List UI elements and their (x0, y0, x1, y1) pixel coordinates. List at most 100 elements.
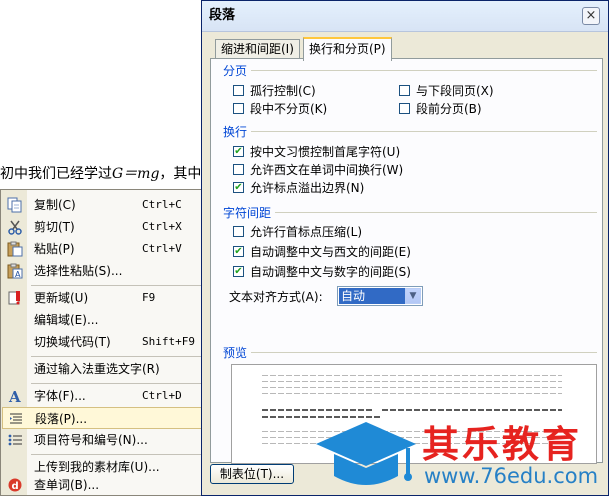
preview-line (262, 387, 562, 388)
tab-label: 缩进和间距(I) (221, 42, 294, 56)
menu-item-shortcut: F9 (142, 291, 156, 304)
menu-item-label: 更新域(U) (34, 291, 89, 305)
checkbox-label: 按中文习惯控制首尾字符(U) (250, 145, 401, 159)
menu-item-label: 粘贴(P) (34, 242, 75, 256)
menu-item-label: 复制(C) (34, 198, 76, 212)
menu-item-shortcut: Ctrl+X (142, 220, 182, 233)
checkbox-box[interactable] (233, 164, 244, 175)
group-title-preview: 预览 (223, 346, 248, 360)
svg-text:A: A (15, 270, 21, 279)
checkbox-box[interactable]: ✔ (233, 146, 244, 157)
preview-line-current (262, 409, 372, 411)
menu-item-cut[interactable]: 剪切(T) Ctrl+X (2, 216, 204, 238)
group-divider (251, 70, 597, 71)
group-title-pagination: 分页 (223, 64, 248, 78)
menu-item-lookup-word[interactable]: d 查单词(B)... (2, 474, 204, 496)
menu-item-paste[interactable]: 粘贴(P) Ctrl+V (2, 238, 204, 260)
menu-item-label: 剪切(T) (34, 220, 75, 234)
menu-item-label: 选择性粘贴(S)... (34, 264, 123, 278)
document-text-after: ，其中 (159, 166, 202, 182)
checkbox-label: 与下段同页(X) (416, 84, 494, 98)
checkbox-box[interactable]: ✔ (233, 266, 244, 277)
checkbox-box[interactable] (399, 103, 410, 114)
menu-item-paragraph[interactable]: 段落(P)... (2, 407, 204, 429)
tab-label: 换行和分页(P) (309, 42, 386, 56)
menu-item-shortcut: Ctrl+V (142, 242, 182, 255)
menu-item-shortcut: Ctrl+C (142, 198, 182, 211)
checkbox-label: 段前分页(B) (416, 102, 482, 116)
paste-special-icon: A (7, 263, 23, 279)
checkbox-label: 允许标点溢出边界(N) (250, 181, 365, 195)
svg-text:A: A (8, 388, 21, 404)
copy-icon (7, 197, 23, 213)
watermark-brand: 其乐教育 (422, 423, 582, 466)
menu-item-paste-special[interactable]: A 选择性粘贴(S)... (2, 260, 204, 282)
check-icon: ✔ (234, 146, 243, 157)
update-field-icon (7, 290, 23, 306)
tab-indents-spacing[interactable]: 缩进和间距(I) (215, 39, 300, 59)
checkbox-label: 自动调整中文与数字的间距(S) (250, 265, 411, 279)
preview-line-current (382, 409, 562, 411)
checkbox-box[interactable]: ✔ (233, 246, 244, 257)
checkbox-box[interactable]: ✔ (233, 182, 244, 193)
menu-item-copy[interactable]: 复制(C) Ctrl+C (2, 194, 204, 216)
group-title-character-spacing: 字符间距 (223, 206, 272, 220)
tab-stops-button[interactable]: 制表位(T)... (210, 464, 294, 484)
svg-text:d: d (12, 481, 19, 492)
checkbox-box[interactable] (399, 85, 410, 96)
document-text-before: 初中我们已经学过 (0, 166, 112, 182)
menu-item-label: 查单词(B)... (34, 478, 100, 492)
checkbox-box[interactable] (233, 103, 244, 114)
checkbox-box[interactable] (233, 226, 244, 237)
text-alignment-select[interactable]: 自动 ▼ (337, 286, 423, 306)
chevron-down-icon[interactable]: ▼ (405, 288, 421, 304)
check-icon: ✔ (234, 266, 243, 277)
document-text-line: 初中我们已经学过G＝mg，其中 (0, 162, 210, 186)
check-icon: ✔ (234, 246, 243, 257)
menu-item-reconvert[interactable]: 通过输入法重选文字(R) (2, 358, 204, 380)
font-icon: A (7, 388, 23, 406)
checkbox-label: 允许行首标点压缩(L) (250, 225, 363, 239)
lookup-icon: d (7, 477, 23, 493)
group-divider (251, 131, 597, 132)
group-divider (275, 212, 597, 213)
menu-item-toggle-field-codes[interactable]: 切换域代码(T) Shift+F9 (2, 331, 204, 353)
checkbox-label: 自动调整中文与西文的间距(E) (250, 245, 411, 259)
preview-line (262, 375, 562, 376)
close-button[interactable]: × (582, 7, 600, 25)
preview-line (262, 393, 562, 394)
dialog-title: 段落 (209, 8, 236, 23)
menu-item-edit-field[interactable]: 编辑域(E)... (2, 309, 204, 331)
menu-separator (31, 356, 203, 357)
watermark-url: www.76edu.com (424, 464, 599, 488)
context-menu: 复制(C) Ctrl+C 剪切(T) Ctrl+X 粘贴(P) Ctrl+V A… (0, 189, 206, 496)
checkbox-box[interactable] (233, 85, 244, 96)
menu-item-shortcut: Ctrl+D (142, 389, 182, 402)
menu-item-label: 段落(P)... (35, 412, 88, 426)
watermark: 其乐教育 www.76edu.com (310, 412, 609, 496)
menu-item-update-field[interactable]: 更新域(U) F9 (2, 287, 204, 309)
close-icon: × (585, 8, 597, 23)
dialog-titlebar[interactable]: 段落 × (202, 1, 608, 32)
bullets-icon (7, 432, 23, 448)
graduation-cap-logo (316, 422, 416, 485)
checkbox-label: 允许西文在单词中间换行(W) (250, 163, 404, 177)
preview-line (262, 381, 562, 382)
tab-line-page-breaks[interactable]: 换行和分页(P) (303, 37, 392, 61)
menu-item-label: 项目符号和编号(N)... (34, 433, 148, 447)
menu-item-label: 编辑域(E)... (34, 313, 99, 327)
menu-item-label: 字体(F)... (34, 389, 86, 403)
checkbox-label: 孤行控制(C) (250, 84, 316, 98)
menu-item-font[interactable]: A 字体(F)... Ctrl+D (2, 385, 204, 407)
tab-panel-line-page-breaks: 分页 孤行控制(C) 与下段同页(X) 段中不分页(K) 段前分页(B) 换行 … (210, 58, 603, 464)
document-formula: G＝mg (112, 166, 160, 182)
menu-separator (31, 285, 203, 286)
menu-item-bullets-numbering[interactable]: 项目符号和编号(N)... (2, 429, 204, 451)
menu-item-label: 通过输入法重选文字(R) (34, 362, 160, 376)
checkbox-label: 段中不分页(K) (250, 102, 328, 116)
menu-item-shortcut: Shift+F9 (142, 335, 195, 348)
menu-separator (31, 383, 203, 384)
paragraph-icon (8, 411, 24, 427)
paste-icon (7, 241, 23, 257)
menu-item-label: 切换域代码(T) (34, 335, 111, 349)
